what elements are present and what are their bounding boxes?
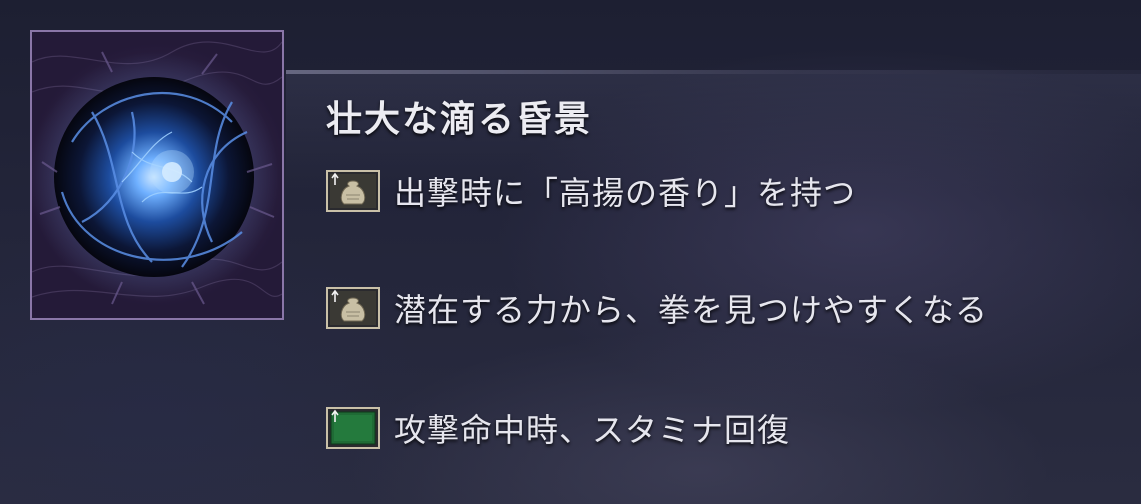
effect-text: 攻撃命中時、スタミナ回復 — [394, 411, 791, 449]
effect-row: 出撃時に「高揚の香り」を持つ — [326, 170, 856, 212]
green-square-up-icon — [326, 407, 380, 449]
header-divider — [286, 70, 1141, 74]
pouch-up-icon — [326, 287, 380, 329]
effect-text: 潜在する力から、拳を見つけやすくなる — [394, 291, 989, 329]
effect-row: 攻撃命中時、スタミナ回復 — [326, 407, 790, 449]
effect-row: 潜在する力から、拳を見つけやすくなる — [326, 287, 988, 329]
item-image-frame[interactable] — [30, 30, 284, 320]
item-name: 壮大な滴る昏景 — [326, 98, 593, 140]
effect-text: 出撃時に「高揚の香り」を持つ — [394, 174, 857, 212]
pouch-up-icon — [326, 170, 380, 212]
item-detail-panel: 壮大な滴る昏景 出撃時に「高揚の香り」を持つ 潜在する力から、拳を見つけやすくな… — [0, 0, 1141, 504]
dark-blue-orb-icon — [32, 41, 282, 305]
